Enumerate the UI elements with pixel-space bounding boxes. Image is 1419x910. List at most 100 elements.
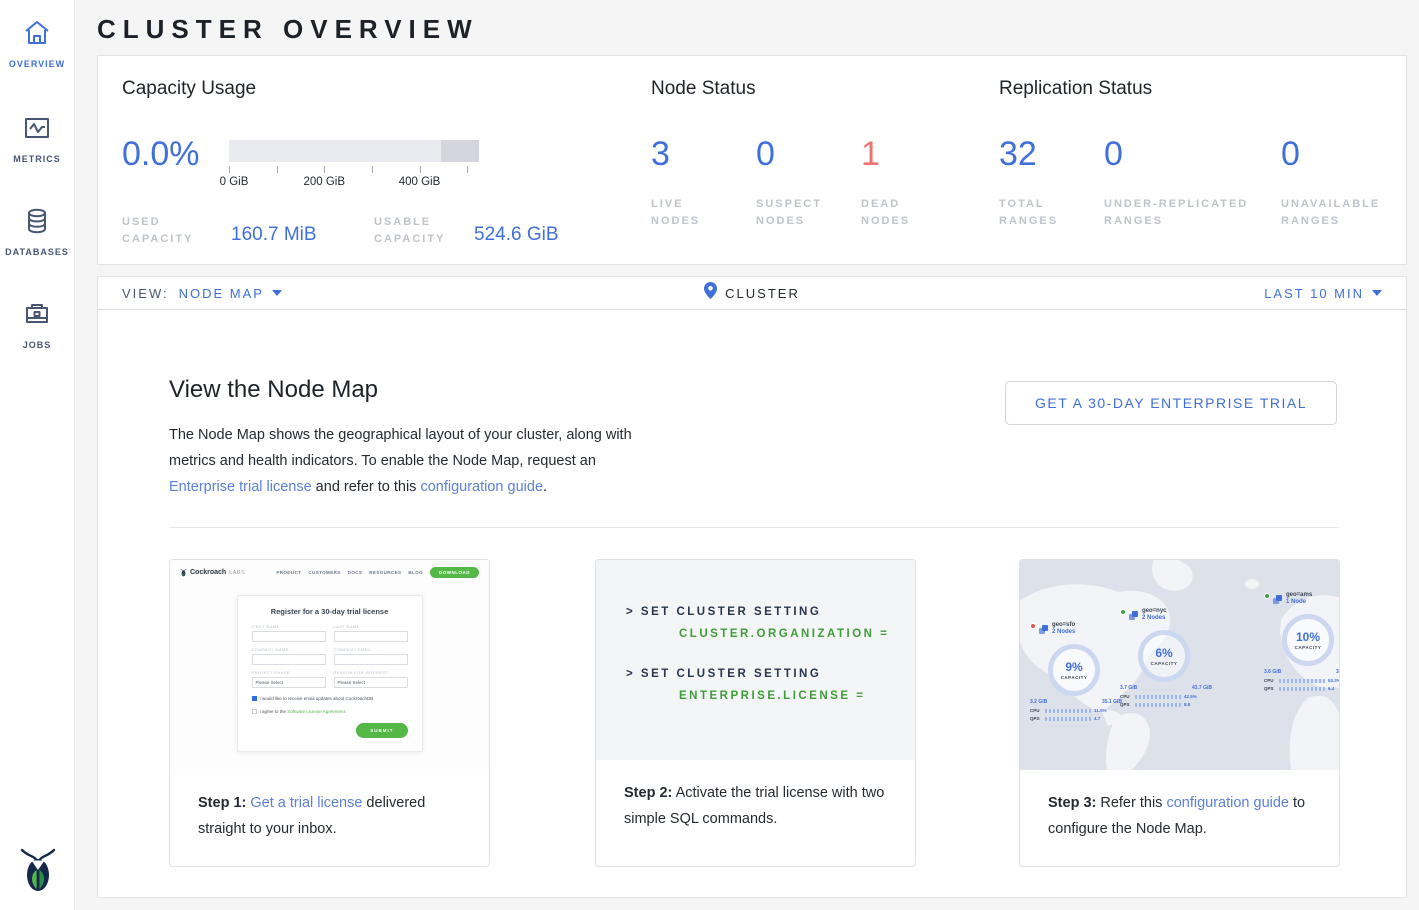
node-badge-sfo: geo=sfo2 Nodes 9% CAPACITY 3.2 GiB35.1 G… [1030, 622, 1134, 721]
gauge-tick-label: 400 GiB [399, 176, 441, 188]
step-1-card: Cockroach LABS PRODUCT CUSTOMERS DOCS RE… [169, 559, 490, 867]
mini-cockroach-logo: Cockroach LABS [180, 568, 245, 577]
sidebar-item-label: METRICS [0, 154, 74, 164]
sidebar-item-jobs[interactable]: JOBS [0, 299, 74, 350]
total-ranges-stat: 32 TOTAL RANGES [999, 134, 1079, 230]
live-nodes-value: 3 [651, 134, 731, 174]
mini-nav-item: BLOG [408, 570, 423, 575]
live-nodes-label: LIVE NODES [651, 196, 731, 230]
sidebar-item-databases[interactable]: DATABASES [0, 206, 74, 257]
view-label: VIEW: [122, 286, 169, 301]
trial-registration-screenshot: Cockroach LABS PRODUCT CUSTOMERS DOCS RE… [170, 560, 489, 770]
mini-nav-item: CUSTOMERS [308, 570, 340, 575]
unavailable-ranges-stat: 0 UNAVAILABLE RANGES [1281, 134, 1391, 230]
node-map-promo-section: View the Node Map GET A 30-DAY ENTERPRIS… [97, 310, 1407, 898]
mini-last-name-field [334, 631, 408, 642]
cockroach-labs-bug-logo [0, 845, 75, 898]
sql-commands-preview: > SET CLUSTER SETTING CLUSTER.ORGANIZATI… [596, 560, 915, 760]
node-badge-ams: geo=ams1 Node 10% CAPACITY 3.6 GiB36.6 G… [1264, 592, 1339, 691]
mini-submit-button: SUBMIT [356, 723, 407, 738]
qps-sparkline [1279, 687, 1325, 691]
capacity-percent: 0.0% [122, 134, 200, 174]
dead-nodes-label: DEAD NODES [861, 196, 941, 230]
dead-nodes-value: 1 [861, 134, 941, 174]
view-toolbar: VIEW: NODE MAP CLUSTER LAST 10 MIN [97, 276, 1407, 310]
enterprise-trial-button[interactable]: GET A 30-DAY ENTERPRISE TRIAL [1005, 381, 1337, 425]
location-pin-icon [704, 282, 717, 304]
enterprise-trial-license-link[interactable]: Enterprise trial license [169, 479, 312, 495]
step-3-card: geo=sfo2 Nodes 9% CAPACITY 3.2 GiB35.1 G… [1019, 559, 1340, 867]
view-selector-dropdown[interactable]: NODE MAP [179, 286, 282, 301]
chevron-down-icon [272, 290, 282, 296]
sql-setting: ENTERPRISE.LICENSE = [679, 690, 915, 702]
unavailable-label: UNAVAILABLE RANGES [1281, 196, 1391, 230]
sidebar-item-label: DATABASES [0, 247, 74, 257]
section-description: The Node Map shows the geographical layo… [169, 422, 639, 500]
node-map-preview: geo=sfo2 Nodes 9% CAPACITY 3.2 GiB35.1 G… [1020, 560, 1339, 770]
time-range-value: LAST 10 MIN [1264, 286, 1364, 301]
sidebar-item-overview[interactable]: OVERVIEW [0, 18, 74, 69]
under-replicated-ranges-stat: 0 UNDER-REPLICATED RANGES [1104, 134, 1264, 230]
get-trial-license-link[interactable]: Get a trial license [250, 795, 362, 811]
mini-download-button: DOWNLOAD [430, 567, 479, 578]
mini-registration-form: Register for a 30-day trial license FIRS… [237, 595, 423, 752]
cpu-sparkline [1135, 695, 1181, 699]
view-selected-value: NODE MAP [179, 286, 264, 301]
mini-nav-item: DOCS [348, 570, 363, 575]
capacity-gauge-bar [229, 140, 479, 162]
cpu-sparkline [1279, 679, 1325, 683]
configuration-guide-link[interactable]: configuration guide [420, 479, 543, 495]
node-status-title: Node Status [651, 78, 981, 100]
used-capacity-value: 160.7 MiB [231, 224, 317, 246]
capacity-donut: 6% CAPACITY [1138, 630, 1190, 682]
suspect-nodes-stat: 0 SUSPECT NODES [756, 134, 836, 230]
mini-company-name-field [252, 654, 326, 665]
usable-capacity-value: 524.6 GiB [474, 224, 559, 246]
node-badge-nyc: geo=nyc2 Nodes 6% CAPACITY 3.7 GiB43.7 G… [1120, 608, 1224, 707]
capacity-usage-section: Capacity Usage 0.0% 0 GiB 200 GiB 400 Gi… [122, 78, 592, 100]
under-replicated-label: UNDER-REPLICATED RANGES [1104, 196, 1264, 230]
mini-reason-select: Please Select [334, 677, 408, 688]
cluster-summary-panel: Capacity Usage 0.0% 0 GiB 200 GiB 400 Gi… [97, 55, 1407, 265]
step-3-caption: Step 3: Refer this configuration guide t… [1020, 770, 1339, 842]
under-replicated-value: 0 [1104, 134, 1264, 174]
configuration-guide-link-2[interactable]: configuration guide [1166, 795, 1289, 811]
step-2-card: > SET CLUSTER SETTING CLUSTER.ORGANIZATI… [595, 559, 916, 867]
live-nodes-stat: 3 LIVE NODES [651, 134, 731, 230]
capacity-donut: 9% CAPACITY [1048, 644, 1100, 696]
qps-sparkline [1135, 703, 1181, 707]
used-capacity-label: USED CAPACITY [122, 214, 217, 248]
section-heading: View the Node Map [169, 376, 378, 404]
breadcrumb: CLUSTER [672, 282, 832, 304]
mini-first-name-field [252, 631, 326, 642]
sql-command: > SET CLUSTER SETTING [626, 606, 915, 618]
capacity-gauge: 0 GiB 200 GiB 400 GiB [229, 140, 479, 190]
replication-status-title: Replication Status [999, 78, 1399, 100]
divider [169, 527, 1339, 528]
total-ranges-value: 32 [999, 134, 1079, 174]
sidebar-item-label: OVERVIEW [0, 59, 74, 69]
usable-capacity-label: USABLE CAPACITY [374, 214, 469, 248]
node-status-live-icon [1264, 593, 1270, 599]
mini-company-email-field [334, 654, 408, 665]
qps-sparkline [1045, 717, 1091, 721]
home-icon [0, 18, 74, 53]
sql-command: > SET CLUSTER SETTING [626, 668, 915, 680]
sidebar: OVERVIEW METRICS DATABASES JOBS [0, 0, 75, 910]
suspect-nodes-label: SUSPECT NODES [756, 196, 836, 230]
dead-nodes-stat: 1 DEAD NODES [861, 134, 941, 230]
step-2-caption: Step 2: Activate the trial license with … [596, 760, 915, 832]
time-range-dropdown[interactable]: LAST 10 MIN [1264, 286, 1382, 301]
mini-project-phase-select: Please Select [252, 677, 326, 688]
node-status-dead-icon [1030, 623, 1036, 629]
sql-setting: CLUSTER.ORGANIZATION = [679, 628, 915, 640]
sidebar-item-metrics[interactable]: METRICS [0, 113, 74, 164]
capacity-gauge-reserved-segment [441, 140, 479, 162]
node-cube-icon [1039, 622, 1049, 640]
chevron-down-icon [1372, 290, 1382, 296]
node-status-live-icon [1120, 609, 1126, 615]
gauge-tick-label: 200 GiB [303, 176, 345, 188]
step-1-caption: Step 1: Get a trial license delivered st… [170, 770, 489, 842]
breadcrumb-cluster-label: CLUSTER [725, 286, 800, 301]
cpu-sparkline [1045, 709, 1091, 713]
